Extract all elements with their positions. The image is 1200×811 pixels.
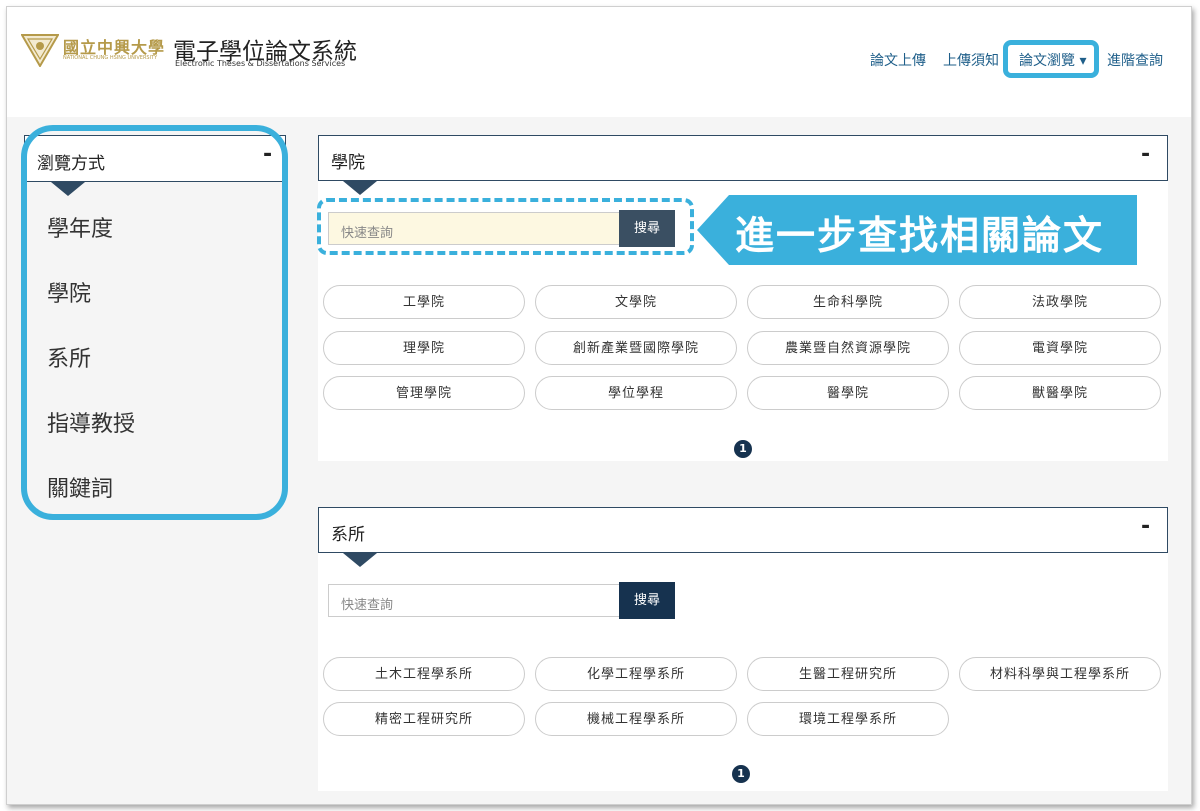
college-panel-header: 學院 - — [318, 135, 1168, 181]
dept-chip[interactable]: 化學工程學系所 — [535, 657, 737, 691]
college-chip[interactable]: 生命科學院 — [747, 285, 949, 319]
college-caret-icon — [343, 181, 377, 195]
system-subtitle: Electronic Theses & Dissertations Servic… — [175, 59, 346, 68]
college-chip[interactable]: 農業暨自然資源學院 — [747, 331, 949, 365]
search-highlight-box — [317, 198, 694, 255]
dept-panel-header: 系所 - — [318, 507, 1168, 553]
nav-highlight-box — [1003, 40, 1099, 78]
sidebar-highlight-box — [21, 125, 288, 520]
dept-chip[interactable]: 土木工程學系所 — [323, 657, 525, 691]
nav-upload-thesis[interactable]: 論文上傳 — [870, 50, 926, 70]
school-name-en: NATIONAL CHUNG HSING UNIVERSITY — [63, 55, 158, 61]
dept-chip[interactable]: 機械工程學系所 — [535, 702, 737, 736]
college-chip[interactable]: 電資學院 — [959, 331, 1161, 365]
dept-chip[interactable]: 材料科學與工程學系所 — [959, 657, 1161, 691]
dept-collapse-button[interactable]: - — [1141, 514, 1150, 539]
college-chip[interactable]: 工學院 — [323, 285, 525, 319]
dept-pagination-page[interactable]: 1 — [732, 765, 750, 783]
dept-chip[interactable]: 環境工程學系所 — [747, 702, 949, 736]
callout-text: 進一步查找相關論文 — [735, 214, 1105, 259]
dept-chip[interactable]: 生醫工程研究所 — [747, 657, 949, 691]
dept-search-input[interactable]: 快速查詢 — [328, 584, 620, 617]
page-frame: 國立中興大學 NATIONAL CHUNG HSING UNIVERSITY 電… — [6, 6, 1192, 805]
college-chip[interactable]: 醫學院 — [747, 376, 949, 410]
dept-panel-title: 系所 — [331, 525, 365, 545]
site-header: 國立中興大學 NATIONAL CHUNG HSING UNIVERSITY 電… — [7, 7, 1191, 117]
college-chip[interactable]: 文學院 — [535, 285, 737, 319]
university-emblem-icon — [21, 34, 59, 67]
college-chip[interactable]: 獸醫學院 — [959, 376, 1161, 410]
dept-search-button[interactable]: 搜尋 — [619, 582, 675, 619]
college-chip[interactable]: 法政學院 — [959, 285, 1161, 319]
dept-chip[interactable]: 精密工程研究所 — [323, 702, 525, 736]
college-chip[interactable]: 理學院 — [323, 331, 525, 365]
nav-upload-notice[interactable]: 上傳須知 — [943, 50, 1003, 70]
dept-caret-icon — [343, 553, 377, 567]
college-chip[interactable]: 創新產業暨國際學院 — [535, 331, 737, 365]
nav-advanced-search[interactable]: 進階查詢 — [1107, 50, 1163, 70]
college-pagination-page[interactable]: 1 — [734, 440, 752, 458]
college-collapse-button[interactable]: - — [1141, 142, 1150, 167]
college-chip[interactable]: 學位學程 — [535, 376, 737, 410]
college-chip[interactable]: 管理學院 — [323, 376, 525, 410]
college-panel-title: 學院 — [331, 153, 365, 173]
